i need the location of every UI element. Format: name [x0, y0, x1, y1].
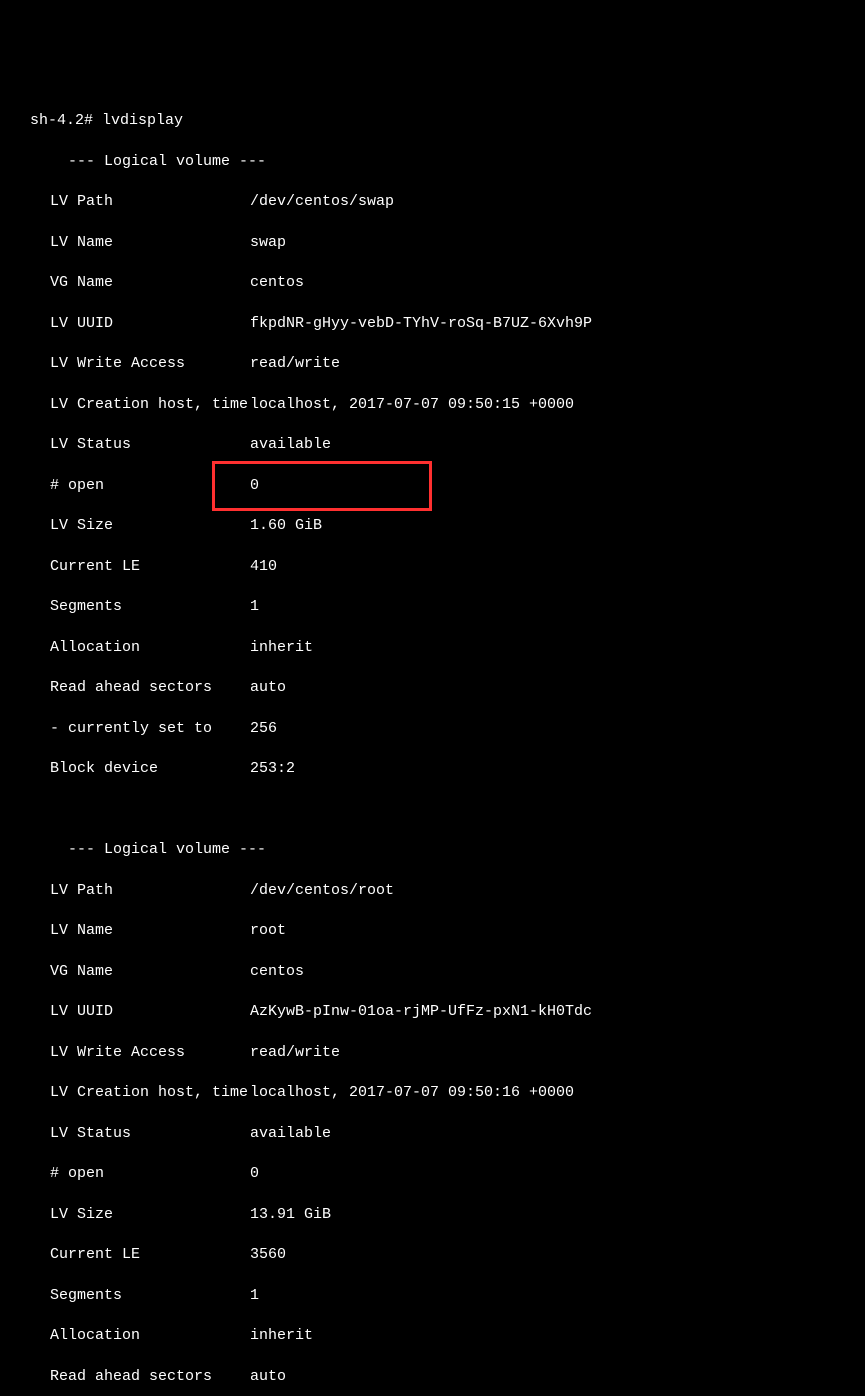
row-lv-uuid-0: LV UUIDfkpdNR-gHyy-vebD-TYhV-roSq-B7UZ-6…: [30, 314, 865, 334]
value-lv-creation-0: localhost, 2017-07-07 09:50:15 +0000: [250, 395, 574, 415]
label-segments-0: Segments: [50, 597, 250, 617]
command-text: lvdisplay: [102, 112, 183, 129]
row-lv-uuid-1: LV UUIDAzKywB-pInw-01oa-rjMP-UfFz-pxN1-k…: [30, 1002, 865, 1022]
value-block-device-0: 253:2: [250, 759, 295, 779]
row-vg-name-0: VG Namecentos: [30, 273, 865, 293]
value-lv-name-0: swap: [250, 233, 286, 253]
label-lv-creation-0: LV Creation host, time: [50, 395, 250, 415]
label-segments-1: Segments: [50, 1286, 250, 1306]
value-current-le-1: 3560: [250, 1245, 286, 1265]
label-num-open-1: # open: [50, 1164, 250, 1184]
label-block-device-0: Block device: [50, 759, 250, 779]
volume-header-0: --- Logical volume ---: [30, 152, 865, 172]
shell-prompt-line[interactable]: sh-4.2# lvdisplay: [30, 111, 865, 131]
label-lv-name-0: LV Name: [50, 233, 250, 253]
label-vg-name-1: VG Name: [50, 962, 250, 982]
value-allocation-1: inherit: [250, 1326, 313, 1346]
label-lv-write-0: LV Write Access: [50, 354, 250, 374]
row-current-le-0: Current LE410: [30, 557, 865, 577]
value-num-open-0: 0: [250, 476, 259, 496]
row-allocation-0: Allocationinherit: [30, 638, 865, 658]
value-segments-1: 1: [250, 1286, 259, 1306]
row-lv-write-0: LV Write Accessread/write: [30, 354, 865, 374]
value-lv-path-1: /dev/centos/root: [250, 881, 394, 901]
terminal-output: sh-4.2# lvdisplay --- Logical volume ---…: [0, 91, 865, 1396]
row-num-open-0: # open0: [30, 476, 865, 496]
value-lv-name-1: root: [250, 921, 286, 941]
row-vg-name-1: VG Namecentos: [30, 962, 865, 982]
label-lv-write-1: LV Write Access: [50, 1043, 250, 1063]
label-lv-creation-1: LV Creation host, time: [50, 1083, 250, 1103]
value-lv-size-1: 13.91 GiB: [250, 1205, 331, 1225]
label-lv-path-0: LV Path: [50, 192, 250, 212]
row-lv-name-1: LV Nameroot: [30, 921, 865, 941]
value-read-ahead-1: auto: [250, 1367, 286, 1387]
label-lv-uuid-0: LV UUID: [50, 314, 250, 334]
row-lv-creation-0: LV Creation host, timelocalhost, 2017-07…: [30, 395, 865, 415]
label-lv-status-0: LV Status: [50, 435, 250, 455]
label-lv-size-0: LV Size: [50, 516, 250, 536]
row-block-device-0: Block device253:2: [30, 759, 865, 779]
row-lv-size-0: LV Size1.60 GiB: [30, 516, 865, 536]
row-lv-size-1: LV Size13.91 GiB: [30, 1205, 865, 1225]
label-read-ahead-1: Read ahead sectors: [50, 1367, 250, 1387]
label-allocation-0: Allocation: [50, 638, 250, 658]
blank-line: [30, 800, 865, 820]
row-lv-status-0: LV Statusavailable: [30, 435, 865, 455]
row-num-open-1: # open0: [30, 1164, 865, 1184]
value-lv-size-0: 1.60 GiB: [250, 516, 322, 536]
row-current-le-1: Current LE3560: [30, 1245, 865, 1265]
label-lv-name-1: LV Name: [50, 921, 250, 941]
label-current-le-1: Current LE: [50, 1245, 250, 1265]
value-current-le-0: 410: [250, 557, 277, 577]
label-lv-status-1: LV Status: [50, 1124, 250, 1144]
label-currently-set-0: - currently set to: [50, 719, 250, 739]
row-lv-name-0: LV Nameswap: [30, 233, 865, 253]
volume-header-1: --- Logical volume ---: [30, 840, 865, 860]
row-lv-status-1: LV Statusavailable: [30, 1124, 865, 1144]
row-read-ahead-1: Read ahead sectorsauto: [30, 1367, 865, 1387]
value-segments-0: 1: [250, 597, 259, 617]
label-lv-size-1: LV Size: [50, 1205, 250, 1225]
row-lv-creation-1: LV Creation host, timelocalhost, 2017-07…: [30, 1083, 865, 1103]
row-currently-set-0: - currently set to256: [30, 719, 865, 739]
label-allocation-1: Allocation: [50, 1326, 250, 1346]
value-lv-creation-1: localhost, 2017-07-07 09:50:16 +0000: [250, 1083, 574, 1103]
row-segments-0: Segments1: [30, 597, 865, 617]
row-lv-path-1: LV Path/dev/centos/root: [30, 881, 865, 901]
value-lv-uuid-1: AzKywB-pInw-01oa-rjMP-UfFz-pxN1-kH0Tdc: [250, 1002, 592, 1022]
value-currently-set-0: 256: [250, 719, 277, 739]
value-vg-name-1: centos: [250, 962, 304, 982]
label-lv-path-1: LV Path: [50, 881, 250, 901]
label-current-le-0: Current LE: [50, 557, 250, 577]
label-lv-uuid-1: LV UUID: [50, 1002, 250, 1022]
label-read-ahead-0: Read ahead sectors: [50, 678, 250, 698]
value-lv-uuid-0: fkpdNR-gHyy-vebD-TYhV-roSq-B7UZ-6Xvh9P: [250, 314, 592, 334]
label-vg-name-0: VG Name: [50, 273, 250, 293]
value-lv-status-1: available: [250, 1124, 331, 1144]
value-lv-write-1: read/write: [250, 1043, 340, 1063]
value-lv-status-0: available: [250, 435, 331, 455]
value-num-open-1: 0: [250, 1164, 259, 1184]
value-allocation-0: inherit: [250, 638, 313, 658]
value-read-ahead-0: auto: [250, 678, 286, 698]
value-vg-name-0: centos: [250, 273, 304, 293]
label-num-open-0: # open: [50, 476, 250, 496]
row-segments-1: Segments1: [30, 1286, 865, 1306]
row-allocation-1: Allocationinherit: [30, 1326, 865, 1346]
row-lv-write-1: LV Write Accessread/write: [30, 1043, 865, 1063]
value-lv-path-0: /dev/centos/swap: [250, 192, 394, 212]
row-read-ahead-0: Read ahead sectorsauto: [30, 678, 865, 698]
row-lv-path-0: LV Path/dev/centos/swap: [30, 192, 865, 212]
value-lv-write-0: read/write: [250, 354, 340, 374]
shell-prompt: sh-4.2#: [30, 112, 102, 129]
